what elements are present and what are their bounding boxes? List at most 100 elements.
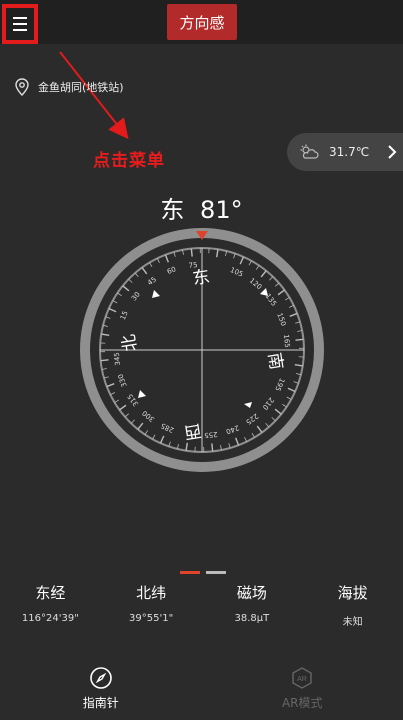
chevron-right-icon xyxy=(388,145,397,159)
compass-tick xyxy=(190,248,193,257)
stat-value: 38.8μT xyxy=(234,613,270,624)
weather-pill[interactable]: 31.7℃ xyxy=(287,133,403,171)
stat-label: 东经 xyxy=(35,584,66,602)
nav-label: 指南针 xyxy=(82,696,119,710)
compass-degree-label: 45 xyxy=(146,275,158,287)
compass-degree-label: 195 xyxy=(273,377,286,392)
compass-tick xyxy=(149,262,153,268)
temperature-value: 31.7℃ xyxy=(329,145,370,159)
bottom-nav: 指南针 AR AR模式 xyxy=(0,660,403,720)
direction-marker-icon xyxy=(260,288,268,296)
compass-degree-label: 300 xyxy=(141,409,156,424)
compass-tick xyxy=(269,276,274,281)
stat-value: 116°24'39" xyxy=(21,613,79,624)
stats-row: 东经 116°24'39" 北纬 39°55'1" 磁场 38.8μT 海拔 未… xyxy=(0,580,403,628)
compass-tick xyxy=(295,338,304,341)
compass-tick xyxy=(134,272,139,278)
compass-tick xyxy=(100,359,109,362)
compass-tick xyxy=(119,404,127,411)
location-pin-icon xyxy=(15,78,29,96)
menu-icon-line xyxy=(13,23,27,25)
compass-tick xyxy=(156,258,160,263)
stat-label: 磁场 xyxy=(236,584,267,602)
compass-tick xyxy=(255,265,260,270)
nav-ar-mode[interactable]: AR AR模式 xyxy=(202,660,403,720)
direction-marker-icon xyxy=(138,390,146,398)
compass-tick xyxy=(124,413,130,418)
compass-degree-label: 210 xyxy=(261,396,276,411)
heading-direction: 东 xyxy=(160,196,185,224)
compass-tick xyxy=(141,267,148,275)
compass-degree-label: 105 xyxy=(229,266,244,279)
compass-tick xyxy=(287,387,296,393)
nav-compass[interactable]: 指南针 xyxy=(0,660,202,720)
compass-tick xyxy=(117,292,122,297)
ar-icon: AR xyxy=(292,667,312,689)
stat-magnetic-field: 磁场 38.8μT xyxy=(202,580,303,628)
compass-tick xyxy=(216,249,219,258)
compass-tick xyxy=(159,435,165,444)
compass-degree-label: 345 xyxy=(113,352,122,366)
compass-tick xyxy=(122,285,130,292)
compass-tick xyxy=(185,442,188,451)
compass-degree-label: 120 xyxy=(248,277,263,292)
compass-degree-label: 255 xyxy=(204,430,218,439)
direction-marker-icon xyxy=(152,290,160,298)
compass-tick xyxy=(137,422,144,430)
compass-tick xyxy=(152,434,156,440)
top-bar: 方向感 xyxy=(0,0,403,44)
compass-tick xyxy=(274,408,282,415)
stat-label: 海拔 xyxy=(337,584,368,602)
cardinal-east: 东 xyxy=(191,267,211,289)
stat-longitude: 东经 116°24'39" xyxy=(0,580,101,628)
compass-degree-label: 285 xyxy=(160,421,175,434)
menu-button[interactable] xyxy=(2,4,38,44)
compass-tick xyxy=(112,300,118,304)
compass-tick xyxy=(289,304,294,308)
stat-altitude: 海拔 未知 xyxy=(302,580,403,628)
heading-degrees: 81° xyxy=(200,196,243,224)
compass-tick xyxy=(274,282,280,287)
cardinal-west: 西 xyxy=(183,420,203,442)
compass-tick xyxy=(294,364,303,367)
compass-tick xyxy=(251,432,255,438)
nav-label: AR模式 xyxy=(281,696,323,710)
compass-degree-label: 165 xyxy=(282,334,291,348)
compass-tick xyxy=(108,307,117,313)
compass-tick xyxy=(106,383,115,388)
compass-degree-label: 150 xyxy=(275,312,287,327)
page-indicator xyxy=(180,571,226,574)
location-name: 金鱼胡同(地铁站) xyxy=(38,81,124,94)
cardinal-south: 南 xyxy=(264,351,286,371)
location-row[interactable]: 金鱼胡同(地铁站) xyxy=(14,78,124,96)
compass-tick xyxy=(130,419,135,424)
compass-tick xyxy=(265,422,270,428)
stat-label: 北纬 xyxy=(136,584,167,602)
compass-degree-label: 225 xyxy=(244,412,260,426)
stat-value: 39°55'1" xyxy=(129,613,174,624)
compass-degree-label: 240 xyxy=(225,423,240,435)
ar-badge-text: AR xyxy=(297,676,307,683)
menu-icon-line xyxy=(13,17,27,19)
stat-latitude: 北纬 39°55'1" xyxy=(101,580,202,628)
compass-tick xyxy=(248,260,252,266)
compass-tick xyxy=(286,396,292,400)
compass-tick xyxy=(101,333,110,336)
heading-readout: 东 81° xyxy=(0,190,403,225)
compass-tick xyxy=(260,270,267,278)
compass-tick xyxy=(239,256,245,265)
compass-tick xyxy=(277,289,285,296)
compass-tick xyxy=(114,399,120,403)
compass-tick xyxy=(244,437,248,442)
compass-degree-label: 60 xyxy=(166,265,177,276)
compass-tick xyxy=(164,254,169,263)
compass-tick xyxy=(110,392,115,396)
compass-tick xyxy=(235,437,240,446)
cardinal-north: 北 xyxy=(119,333,141,353)
compass-tick xyxy=(128,278,133,283)
compass-tick xyxy=(211,443,214,452)
compass-tick xyxy=(271,417,276,422)
page-dot-active xyxy=(180,571,200,574)
compass-tick xyxy=(282,403,287,408)
annotation-label: 点击菜单 xyxy=(93,151,165,171)
